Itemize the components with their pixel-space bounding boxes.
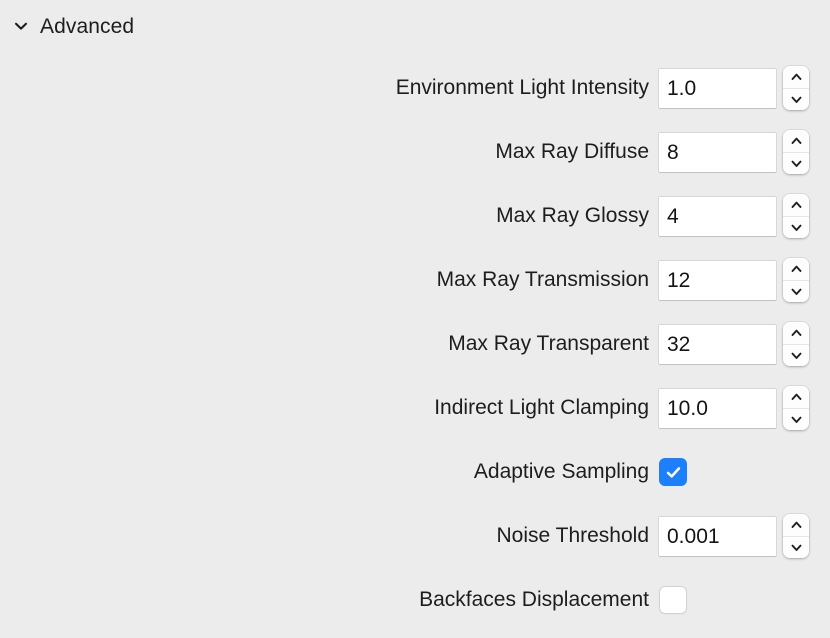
checkmark-icon — [664, 463, 683, 482]
settings-row-list: Environment Light Intensity1.0 Max Ray Di… — [0, 62, 830, 638]
chevron-up-icon — [790, 392, 803, 401]
input-max-ray-transmission[interactable]: 12 — [658, 260, 777, 301]
chevron-down-icon — [790, 351, 803, 360]
field-noise-threshold: 0.001 — [658, 514, 809, 558]
section-title: Advanced — [40, 16, 134, 37]
label-max-ray-transparent: Max Ray Transparent — [0, 332, 658, 355]
field-max-ray-transmission: 12 — [658, 258, 809, 302]
stepper-down-noise-threshold[interactable] — [783, 537, 809, 559]
field-backfaces-displacement — [658, 586, 687, 614]
field-environment-light-intensity: 1.0 — [658, 66, 809, 110]
chevron-down-icon — [790, 223, 803, 232]
settings-row-max-ray-transparent: Max Ray Transparent32 — [0, 318, 830, 370]
chevron-up-icon — [790, 136, 803, 145]
field-max-ray-glossy: 4 — [658, 194, 809, 238]
input-indirect-light-clamping[interactable]: 10.0 — [658, 388, 777, 429]
label-max-ray-transmission: Max Ray Transmission — [0, 268, 658, 291]
settings-row-max-ray-diffuse: Max Ray Diffuse8 — [0, 126, 830, 178]
input-max-ray-glossy[interactable]: 4 — [658, 196, 777, 237]
stepper-down-max-ray-glossy[interactable] — [783, 217, 809, 239]
label-max-ray-diffuse: Max Ray Diffuse — [0, 140, 658, 163]
advanced-settings-panel: Advanced Environment Light Intensity1.0 M… — [0, 0, 830, 614]
stepper-noise-threshold[interactable] — [783, 514, 809, 558]
stepper-max-ray-transparent[interactable] — [783, 322, 809, 366]
checkbox-backfaces-displacement[interactable] — [659, 586, 687, 614]
label-environment-light-intensity: Environment Light Intensity — [0, 76, 658, 99]
chevron-down-icon — [790, 159, 803, 168]
stepper-down-indirect-light-clamping[interactable] — [783, 409, 809, 431]
chevron-down-icon — [790, 543, 803, 552]
label-max-ray-glossy: Max Ray Glossy — [0, 204, 658, 227]
stepper-max-ray-transmission[interactable] — [783, 258, 809, 302]
stepper-down-max-ray-transparent[interactable] — [783, 345, 809, 367]
chevron-down-icon[interactable] — [12, 17, 30, 35]
chevron-up-icon — [790, 200, 803, 209]
stepper-up-max-ray-transmission[interactable] — [783, 258, 809, 281]
settings-row-noise-threshold: Noise Threshold0.001 — [0, 510, 830, 562]
stepper-up-max-ray-diffuse[interactable] — [783, 130, 809, 153]
chevron-down-icon — [790, 287, 803, 296]
field-adaptive-sampling — [658, 458, 687, 486]
chevron-down-icon — [790, 95, 803, 104]
stepper-down-max-ray-diffuse[interactable] — [783, 153, 809, 175]
stepper-max-ray-diffuse[interactable] — [783, 130, 809, 174]
label-adaptive-sampling: Adaptive Sampling — [0, 460, 658, 483]
field-indirect-light-clamping: 10.0 — [658, 386, 809, 430]
input-max-ray-transparent[interactable]: 32 — [658, 324, 777, 365]
chevron-up-icon — [790, 72, 803, 81]
stepper-up-max-ray-transparent[interactable] — [783, 322, 809, 345]
field-max-ray-diffuse: 8 — [658, 130, 809, 174]
stepper-down-max-ray-transmission[interactable] — [783, 281, 809, 303]
input-noise-threshold[interactable]: 0.001 — [658, 516, 777, 557]
stepper-max-ray-glossy[interactable] — [783, 194, 809, 238]
section-header-advanced[interactable]: Advanced — [0, 0, 830, 40]
chevron-up-icon — [790, 328, 803, 337]
settings-row-backfaces-displacement: Backfaces Displacement — [0, 574, 830, 626]
stepper-indirect-light-clamping[interactable] — [783, 386, 809, 430]
label-indirect-light-clamping: Indirect Light Clamping — [0, 396, 658, 419]
settings-row-indirect-light-clamping: Indirect Light Clamping10.0 — [0, 382, 830, 434]
stepper-environment-light-intensity[interactable] — [783, 66, 809, 110]
stepper-up-indirect-light-clamping[interactable] — [783, 386, 809, 409]
settings-row-adaptive-sampling: Adaptive Sampling — [0, 446, 830, 498]
stepper-up-noise-threshold[interactable] — [783, 514, 809, 537]
stepper-down-environment-light-intensity[interactable] — [783, 89, 809, 111]
input-environment-light-intensity[interactable]: 1.0 — [658, 68, 777, 109]
checkbox-adaptive-sampling[interactable] — [659, 458, 687, 486]
input-max-ray-diffuse[interactable]: 8 — [658, 132, 777, 173]
label-backfaces-displacement: Backfaces Displacement — [0, 588, 658, 611]
stepper-up-max-ray-glossy[interactable] — [783, 194, 809, 217]
settings-row-max-ray-transmission: Max Ray Transmission12 — [0, 254, 830, 306]
stepper-up-environment-light-intensity[interactable] — [783, 66, 809, 89]
chevron-up-icon — [790, 264, 803, 273]
label-noise-threshold: Noise Threshold — [0, 524, 658, 547]
settings-row-environment-light-intensity: Environment Light Intensity1.0 — [0, 62, 830, 114]
chevron-down-icon — [790, 415, 803, 424]
chevron-up-icon — [790, 520, 803, 529]
settings-row-max-ray-glossy: Max Ray Glossy4 — [0, 190, 830, 242]
field-max-ray-transparent: 32 — [658, 322, 809, 366]
